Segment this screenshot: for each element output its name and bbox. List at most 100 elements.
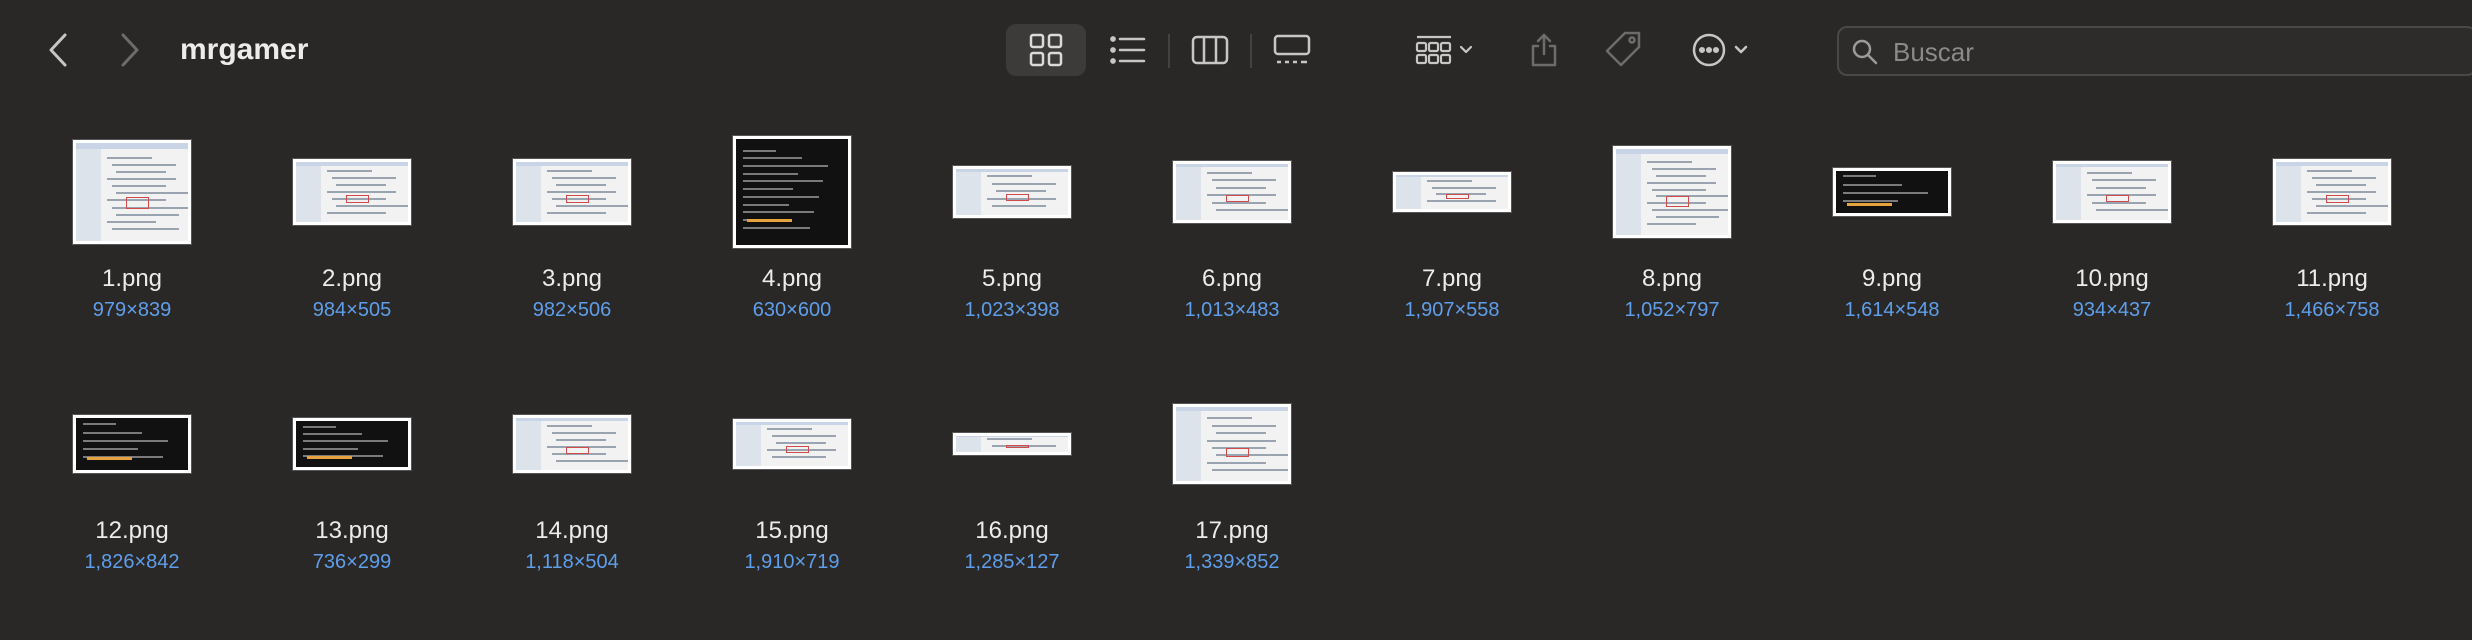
icon-view-button[interactable]	[1006, 24, 1086, 76]
file-thumbnail	[1173, 404, 1291, 484]
file-thumbnail	[953, 166, 1071, 218]
file-thumbnail	[2273, 159, 2391, 225]
file-name: 4.png	[761, 265, 823, 292]
file-item[interactable]: 11.png 1,466×758	[2232, 132, 2432, 342]
file-thumbnail	[513, 415, 631, 473]
file-name: 1.png	[101, 265, 163, 292]
file-name: 2.png	[321, 265, 383, 292]
file-dimensions: 1,285×127	[964, 551, 1060, 573]
file-name: 3.png	[541, 265, 603, 292]
file-thumbnail-area	[32, 384, 232, 504]
file-thumbnail-area	[912, 384, 1112, 504]
file-item[interactable]: 7.png 1,907×558	[1352, 132, 1552, 342]
file-thumbnail-area	[32, 132, 232, 252]
file-thumbnail-area	[252, 132, 452, 252]
file-thumbnail-area	[2232, 132, 2432, 252]
file-thumbnail	[1173, 161, 1291, 223]
file-thumbnail-area	[1132, 132, 1332, 252]
file-thumbnail-area	[692, 132, 892, 252]
file-name: 8.png	[1641, 265, 1703, 292]
group-grid-icon	[1415, 35, 1473, 65]
forward-button[interactable]	[110, 28, 150, 72]
file-item[interactable]: 6.png 1,013×483	[1132, 132, 1332, 342]
file-thumbnail-area	[912, 132, 1112, 252]
file-thumbnail-area	[2012, 132, 2212, 252]
file-name: 12.png	[95, 517, 169, 544]
file-name: 16.png	[975, 517, 1049, 544]
file-name: 7.png	[1421, 265, 1483, 292]
share-button[interactable]	[1518, 24, 1570, 76]
file-thumbnail-area	[252, 384, 452, 504]
gallery-icon	[1273, 34, 1311, 64]
file-thumbnail-area	[1572, 132, 1772, 252]
file-item[interactable]: 3.png 982×506	[472, 132, 672, 342]
file-thumbnail	[293, 159, 411, 225]
file-dimensions: 984×505	[312, 299, 392, 321]
file-thumbnail	[513, 159, 631, 225]
file-thumbnail-area	[472, 132, 672, 252]
file-item[interactable]: 16.png 1,285×127	[912, 384, 1112, 594]
tag-button[interactable]	[1595, 24, 1651, 76]
file-thumbnail	[293, 418, 411, 470]
finder-window: mrgamer Buscar 1.png 979×839 2.png 984×5…	[0, 0, 2472, 640]
file-item[interactable]: 9.png 1,614×548	[1792, 132, 1992, 342]
chevron-left-icon	[49, 33, 67, 67]
file-item[interactable]: 14.png 1,118×504	[472, 384, 672, 594]
toolbar: mrgamer	[0, 0, 2472, 100]
file-dimensions: 630×600	[752, 299, 832, 321]
file-name: 15.png	[755, 517, 829, 544]
file-item[interactable]: 4.png 630×600	[692, 132, 892, 342]
file-item[interactable]: 5.png 1,023×398	[912, 132, 1112, 342]
file-item[interactable]: 17.png 1,339×852	[1132, 384, 1332, 594]
file-dimensions: 934×437	[2072, 299, 2152, 321]
file-item[interactable]: 12.png 1,826×842	[32, 384, 232, 594]
search-input[interactable]	[1891, 34, 2455, 70]
file-dimensions: 1,023×398	[964, 299, 1060, 321]
list-view-button[interactable]	[1088, 24, 1168, 76]
file-name: 13.png	[315, 517, 389, 544]
file-item[interactable]: 15.png 1,910×719	[692, 384, 892, 594]
share-icon	[1531, 33, 1557, 67]
group-button[interactable]	[1405, 24, 1485, 76]
file-name: 14.png	[535, 517, 609, 544]
file-item[interactable]: 8.png 1,052×797	[1572, 132, 1772, 342]
file-thumbnail	[1833, 168, 1951, 216]
file-dimensions: 982×506	[532, 299, 612, 321]
file-name: 10.png	[2075, 265, 2149, 292]
file-dimensions: 1,052×797	[1624, 299, 1720, 321]
file-thumbnail	[73, 140, 191, 244]
gallery-view-button[interactable]	[1252, 24, 1332, 76]
file-name: 5.png	[981, 265, 1043, 292]
folder-title: mrgamer	[180, 33, 309, 66]
file-item[interactable]: 13.png 736×299	[252, 384, 452, 594]
search-field[interactable]	[1837, 26, 2472, 76]
ellipsis-circle-icon	[1692, 33, 1748, 67]
file-thumbnail	[1613, 146, 1731, 238]
tag-icon	[1605, 31, 1641, 67]
search-icon	[1852, 39, 1878, 65]
file-name: 6.png	[1201, 265, 1263, 292]
file-dimensions: 1,013×483	[1184, 299, 1280, 321]
grid-icon	[1029, 33, 1063, 67]
file-thumbnail-area	[1132, 384, 1332, 504]
file-dimensions: 1,910×719	[744, 551, 840, 573]
file-dimensions: 979×839	[92, 299, 172, 321]
file-name: 11.png	[2296, 265, 2368, 292]
file-dimensions: 1,614×548	[1844, 299, 1940, 321]
file-item[interactable]: 2.png 984×505	[252, 132, 452, 342]
back-button[interactable]	[38, 28, 78, 72]
file-item[interactable]: 1.png 979×839	[32, 132, 232, 342]
file-thumbnail-area	[1352, 132, 1552, 252]
file-thumbnail	[953, 433, 1071, 455]
column-view-button[interactable]	[1170, 24, 1250, 76]
list-icon	[1110, 36, 1146, 64]
file-thumbnail	[73, 415, 191, 473]
file-dimensions: 1,466×758	[2284, 299, 2380, 321]
file-thumbnail-area	[472, 384, 672, 504]
file-thumbnail-area	[1792, 132, 1992, 252]
file-dimensions: 1,118×504	[525, 551, 619, 573]
file-thumbnail	[2053, 161, 2171, 223]
file-item[interactable]: 10.png 934×437	[2012, 132, 2212, 342]
more-actions-button[interactable]	[1683, 24, 1763, 76]
file-thumbnail-area	[692, 384, 892, 504]
